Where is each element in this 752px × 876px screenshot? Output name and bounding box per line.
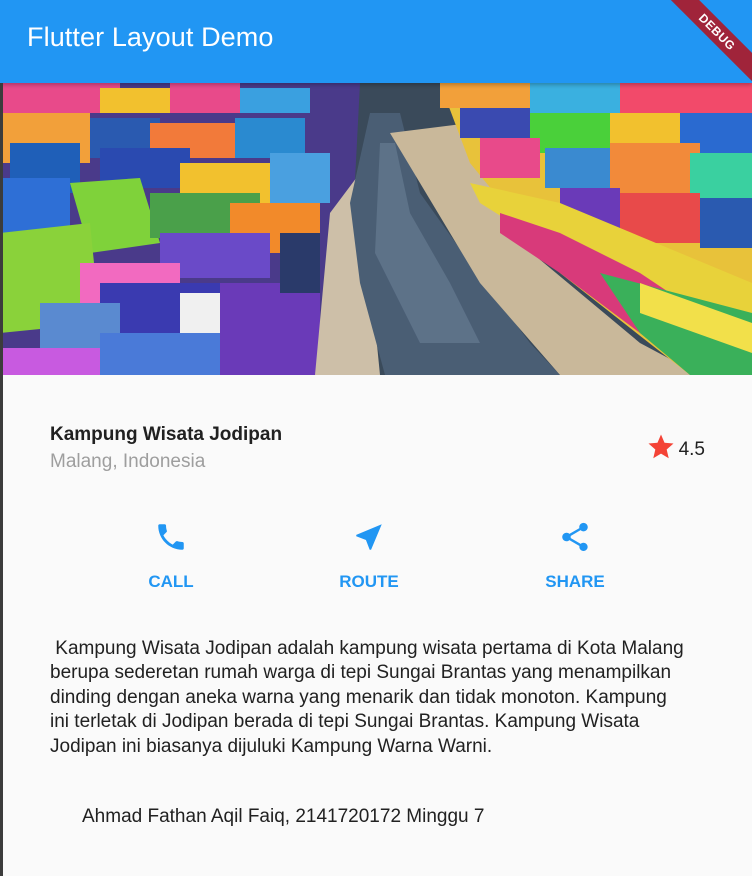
route-button-label: ROUTE bbox=[339, 572, 399, 591]
navigation-icon bbox=[352, 520, 386, 559]
app-bar-title: Flutter Layout Demo bbox=[27, 22, 274, 52]
star-icon bbox=[646, 432, 676, 467]
place-name: Kampung Wisata Jodipan bbox=[50, 424, 283, 445]
description-text: Kampung Wisata Jodipan adalah kampung wi… bbox=[50, 638, 689, 757]
share-icon bbox=[558, 520, 592, 559]
debug-banner-label: DEBUG bbox=[663, 0, 752, 86]
rating: 4.5 bbox=[646, 432, 705, 467]
phone-icon bbox=[154, 520, 188, 559]
share-button-label: SHARE bbox=[545, 572, 605, 591]
share-button[interactable]: SHARE bbox=[495, 520, 655, 592]
call-button-label: CALL bbox=[148, 572, 194, 591]
window-edge bbox=[0, 83, 3, 876]
call-button[interactable]: CALL bbox=[91, 520, 251, 592]
debug-banner: DEBUG bbox=[662, 0, 752, 90]
hero-image bbox=[0, 83, 752, 375]
footer-note: Ahmad Fathan Aqil Faiq, 2141720172 Mingg… bbox=[82, 806, 485, 827]
title-section: Kampung Wisata Jodipan Malang, Indonesia… bbox=[50, 424, 705, 474]
rating-value: 4.5 bbox=[678, 438, 705, 460]
app-bar: Flutter Layout Demo bbox=[0, 0, 752, 83]
place-location: Malang, Indonesia bbox=[50, 451, 206, 472]
route-button[interactable]: ROUTE bbox=[289, 520, 449, 592]
